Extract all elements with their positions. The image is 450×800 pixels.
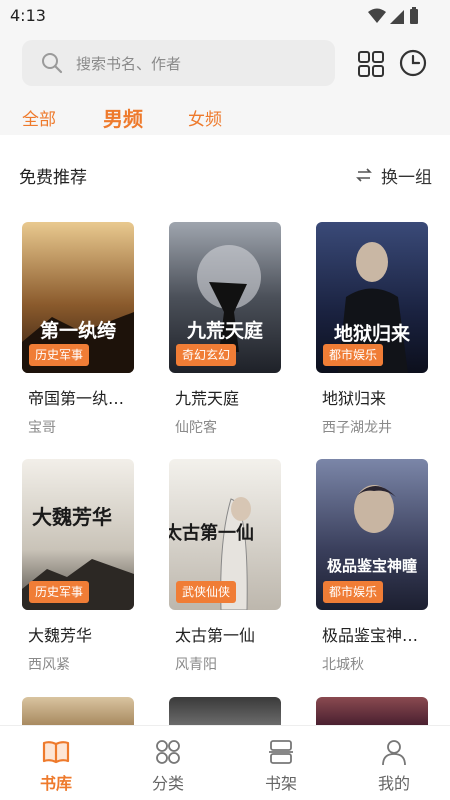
book-title: 极品鉴宝神…	[322, 626, 419, 645]
bookshelf-icon	[269, 740, 293, 764]
category-badge: 都市娱乐	[323, 581, 384, 603]
tab-male[interactable]: 男频	[103, 103, 143, 132]
book-cover[interactable]: 第一纨绔 历史军事	[22, 222, 134, 373]
swap-button[interactable]: 换一组	[355, 163, 432, 188]
open-book-icon	[42, 741, 70, 764]
tab-female[interactable]: 女频	[188, 105, 222, 130]
nav-label: 分类	[151, 774, 184, 793]
book-title: 大魏芳华	[28, 626, 93, 645]
nav-label: 我的	[377, 774, 410, 793]
book-cover-partial[interactable]	[22, 697, 134, 725]
book-cover[interactable]: 地狱归来 都市娱乐	[316, 222, 428, 373]
book-title: 帝国第一纨…	[28, 389, 125, 408]
system-status-icons	[368, 7, 418, 24]
tab-all[interactable]: 全部	[22, 105, 56, 130]
section-title: 免费推荐	[19, 168, 87, 188]
book-cover-partial[interactable]	[169, 697, 281, 725]
refresh-icon	[356, 168, 372, 182]
swap-label: 换一组	[381, 167, 432, 188]
bottom-nav: 书库 分类 书架 我的	[0, 725, 450, 800]
nav-library[interactable]: 书库	[0, 726, 112, 800]
nav-bookshelf[interactable]: 书架	[225, 726, 337, 800]
book-author: 仙陀客	[175, 420, 217, 436]
nav-label: 书架	[264, 774, 297, 793]
book-cover[interactable]: 大魏芳华 历史军事	[22, 459, 134, 610]
search-icon	[42, 53, 63, 74]
book-author: 西风紧	[28, 657, 70, 673]
top-bar: 4:13 搜索书名、作者 全部 男频 女频	[0, 0, 450, 135]
category-badge: 都市娱乐	[323, 344, 384, 366]
cover-text: 地狱归来	[334, 322, 410, 345]
category-badge: 奇幻玄幻	[176, 344, 237, 366]
book-title: 九荒天庭	[175, 389, 240, 408]
category-badge: 历史军事	[29, 581, 90, 603]
category-icon	[156, 740, 180, 764]
book-title: 太古第一仙	[175, 626, 256, 645]
book-cover[interactable]: 太古第一仙 武侠仙侠	[169, 459, 281, 610]
cover-text: 第一纨绔	[40, 319, 116, 342]
search-input[interactable]: 搜索书名、作者	[22, 40, 335, 86]
book-title: 地狱归来	[322, 389, 387, 408]
book-author: 宝哥	[28, 420, 56, 436]
grid-view-icon[interactable]	[357, 50, 385, 78]
category-badge: 历史军事	[29, 344, 90, 366]
cover-text: 极品鉴宝神瞳	[327, 557, 417, 575]
nav-profile[interactable]: 我的	[338, 726, 450, 800]
cover-text: 太古第一仙	[169, 522, 254, 544]
status-time: 4:13	[10, 6, 46, 25]
history-clock-icon[interactable]	[398, 48, 428, 78]
book-author: 北城秋	[322, 657, 364, 673]
cover-text: 九荒天庭	[186, 319, 263, 342]
status-bar: 4:13	[0, 0, 450, 32]
book-cover[interactable]: 九荒天庭 奇幻玄幻	[169, 222, 281, 373]
book-author: 西子湖龙井	[322, 420, 392, 436]
search-placeholder: 搜索书名、作者	[76, 55, 182, 73]
book-cover[interactable]: 极品鉴宝神瞳 都市娱乐	[316, 459, 428, 610]
book-cover-partial[interactable]	[316, 697, 428, 725]
nav-category[interactable]: 分类	[112, 726, 224, 800]
category-badge: 武侠仙侠	[176, 581, 237, 603]
book-author: 风青阳	[175, 657, 217, 673]
user-icon	[382, 740, 406, 766]
cover-text: 大魏芳华	[32, 505, 112, 529]
nav-label: 书库	[39, 774, 72, 793]
